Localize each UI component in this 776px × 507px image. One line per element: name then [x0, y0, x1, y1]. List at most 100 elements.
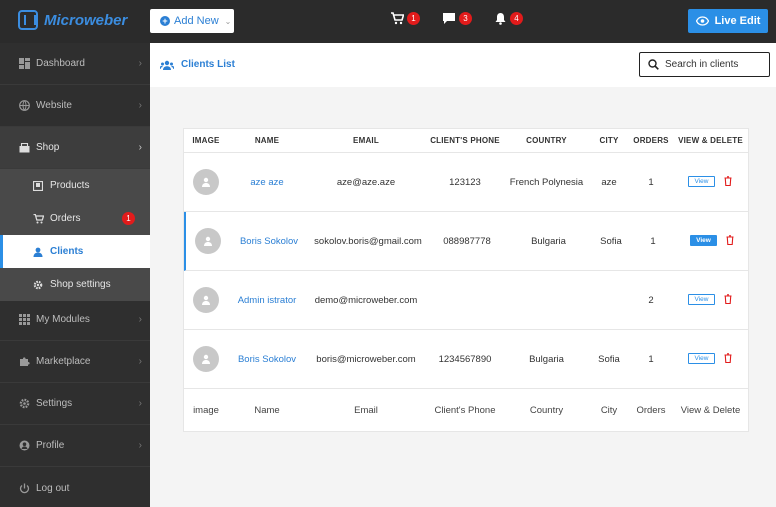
table-row[interactable]: Boris Sokolov sokolov.boris@gmail.com 08…: [184, 212, 748, 271]
client-phone: 123123: [449, 176, 481, 188]
trash-icon[interactable]: [724, 294, 732, 304]
sidebar-label-profile: Profile: [36, 440, 65, 451]
add-new-button[interactable]: + Add New ⌄: [150, 9, 234, 33]
gear-icon: [32, 279, 44, 291]
sidebar-item-website[interactable]: Website ›: [0, 85, 150, 127]
user-avatar-icon: [202, 354, 210, 364]
table-row[interactable]: aze aze aze@aze.aze 123123 French Polyne…: [184, 153, 748, 212]
comments-button[interactable]: 3: [442, 12, 472, 25]
sidebar-item-shop-settings[interactable]: Shop settings: [0, 268, 150, 301]
client-name-link[interactable]: aze aze: [228, 177, 306, 188]
modules-icon: [18, 314, 30, 326]
client-city: Sofia: [600, 235, 622, 247]
header-name: NAME: [254, 136, 280, 145]
footer-orders: Orders: [636, 405, 666, 416]
notifications-count-badge: 4: [510, 12, 523, 25]
chevron-right-icon: ›: [138, 142, 142, 153]
page-header: Clients List: [150, 43, 776, 87]
cart-icon: [391, 12, 404, 25]
client-country: French Polynesia: [509, 176, 584, 188]
shop-icon: [18, 142, 30, 154]
sidebar-item-products[interactable]: Products: [0, 169, 150, 202]
client-city: Sofia: [598, 353, 620, 365]
logo[interactable]: Microweber: [18, 10, 127, 30]
client-name-link[interactable]: Boris Sokolov: [230, 236, 308, 247]
view-button[interactable]: View: [688, 294, 715, 305]
header-orders: ORDERS: [633, 136, 669, 145]
footer-email: Email: [354, 405, 378, 416]
view-button[interactable]: View: [688, 176, 715, 187]
view-delete-cell: View: [673, 294, 748, 306]
client-orders: 1: [648, 353, 654, 365]
user-icon: [32, 246, 44, 258]
sidebar-label-shop: Shop: [36, 142, 60, 153]
trash-icon[interactable]: [724, 353, 732, 363]
comments-count-badge: 3: [459, 12, 472, 25]
header-image: IMAGE: [192, 136, 220, 145]
footer-name: Name: [254, 405, 280, 416]
power-icon: [18, 482, 30, 494]
header-email: EMAIL: [353, 136, 379, 145]
cart-count-badge: 1: [407, 12, 420, 25]
chevron-right-icon: ›: [138, 398, 142, 409]
sidebar-item-profile[interactable]: Profile ›: [0, 425, 150, 467]
view-button[interactable]: View: [690, 235, 717, 246]
user-avatar-icon: [202, 177, 210, 187]
footer-image: image: [193, 405, 219, 416]
cart-button[interactable]: 1: [390, 12, 420, 25]
table-row[interactable]: Boris Sokolov boris@microweber.com 12345…: [184, 330, 748, 389]
sidebar-label-my-modules: My Modules: [36, 314, 90, 325]
sidebar-label-website: Website: [36, 100, 72, 111]
trash-icon[interactable]: [724, 176, 732, 186]
view-button[interactable]: View: [688, 353, 715, 364]
profile-icon: [18, 440, 30, 452]
page-title: Clients List: [160, 59, 235, 70]
add-new-label: Add New: [174, 15, 219, 27]
header-country: COUNTRY: [526, 136, 567, 145]
user-avatar-icon: [204, 236, 212, 246]
sidebar-item-logout[interactable]: Log out: [0, 467, 150, 507]
notifications-button[interactable]: 4: [494, 12, 523, 25]
client-name-link[interactable]: Boris Sokolov: [228, 354, 306, 365]
header-phone: CLIENT'S PHONE: [430, 136, 500, 145]
sidebar-label-clients: Clients: [50, 246, 84, 257]
chevron-right-icon: ›: [138, 440, 142, 451]
sidebar-item-orders[interactable]: Orders 1: [0, 202, 150, 235]
search-input[interactable]: [665, 59, 765, 70]
chevron-down-icon: ⌄: [224, 16, 232, 26]
sidebar-item-clients[interactable]: Clients: [0, 235, 150, 268]
comment-icon: [443, 13, 455, 24]
client-orders: 1: [648, 176, 654, 188]
table-row[interactable]: Admin istrator demo@microweber.com 2 Vie…: [184, 271, 748, 330]
header-city: CITY: [599, 136, 619, 145]
sidebar-item-settings[interactable]: Settings ›: [0, 383, 150, 425]
live-edit-button[interactable]: Live Edit: [688, 9, 768, 33]
page-title-text: Clients List: [181, 59, 235, 70]
users-icon: [160, 60, 174, 70]
footer-view-delete: View & Delete: [680, 405, 741, 416]
top-bar: Microweber + Add New ⌄ 1 3 4 Live Edit: [0, 0, 776, 43]
client-orders: 1: [650, 235, 656, 247]
client-name-link[interactable]: Admin istrator: [228, 295, 306, 306]
view-delete-cell: View: [673, 176, 748, 188]
search-icon: [648, 59, 659, 70]
sidebar-item-my-modules[interactable]: My Modules ›: [0, 299, 150, 341]
view-delete-cell: View: [675, 235, 750, 247]
footer-phone: Client's Phone: [434, 405, 496, 416]
bell-icon: [495, 13, 506, 25]
live-edit-label: Live Edit: [714, 15, 761, 27]
sidebar-item-marketplace[interactable]: Marketplace ›: [0, 341, 150, 383]
trash-icon[interactable]: [726, 235, 734, 245]
sidebar-label-marketplace: Marketplace: [36, 356, 91, 367]
sidebar-item-shop[interactable]: Shop ›: [0, 127, 150, 169]
sidebar-item-dashboard[interactable]: Dashboard ›: [0, 43, 150, 85]
client-email: aze@aze.aze: [336, 176, 396, 188]
eye-icon: [695, 16, 709, 26]
orders-count-badge: 1: [122, 212, 135, 225]
chevron-right-icon: ›: [138, 356, 142, 367]
search-box[interactable]: [639, 52, 770, 77]
client-email: demo@microweber.com: [314, 294, 418, 306]
client-email: sokolov.boris@gmail.com: [314, 235, 422, 247]
avatar: [193, 287, 219, 313]
sidebar: Dashboard › Website › Shop › Products Or…: [0, 43, 150, 507]
